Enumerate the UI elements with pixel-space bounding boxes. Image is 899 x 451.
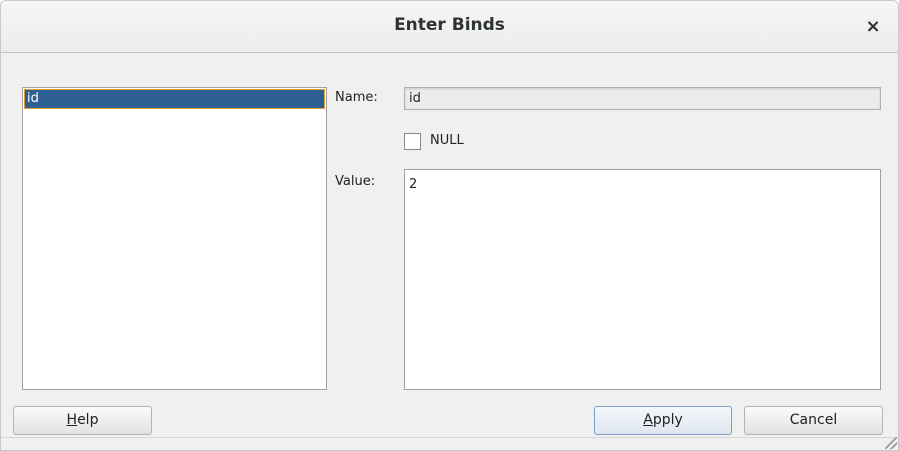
title-bar: Enter Binds × xyxy=(1,1,898,53)
name-field: id xyxy=(404,87,881,110)
help-mnemonic: H xyxy=(66,412,78,428)
list-item[interactable]: id xyxy=(24,89,325,109)
value-textarea[interactable]: 2 xyxy=(404,169,881,390)
close-icon[interactable]: × xyxy=(859,13,887,41)
apply-button[interactable]: Apply xyxy=(594,406,732,435)
apply-label: pply xyxy=(652,412,683,428)
cancel-button[interactable]: Cancel xyxy=(744,406,883,435)
name-label: Name: xyxy=(335,90,378,105)
null-checkbox[interactable] xyxy=(404,133,421,150)
help-button[interactable]: Help xyxy=(13,406,152,435)
value-label: Value: xyxy=(335,174,376,189)
apply-mnemonic: A xyxy=(643,412,653,428)
resize-grip-icon[interactable] xyxy=(885,437,897,449)
dialog-title: Enter Binds xyxy=(394,15,505,35)
null-label[interactable]: NULL xyxy=(430,133,464,148)
enter-binds-dialog: Enter Binds × id Name: id NULL Value: 2 … xyxy=(0,0,899,451)
binds-list[interactable]: id xyxy=(22,87,327,390)
background-window-strip xyxy=(1,437,898,450)
help-label: elp xyxy=(77,412,99,428)
